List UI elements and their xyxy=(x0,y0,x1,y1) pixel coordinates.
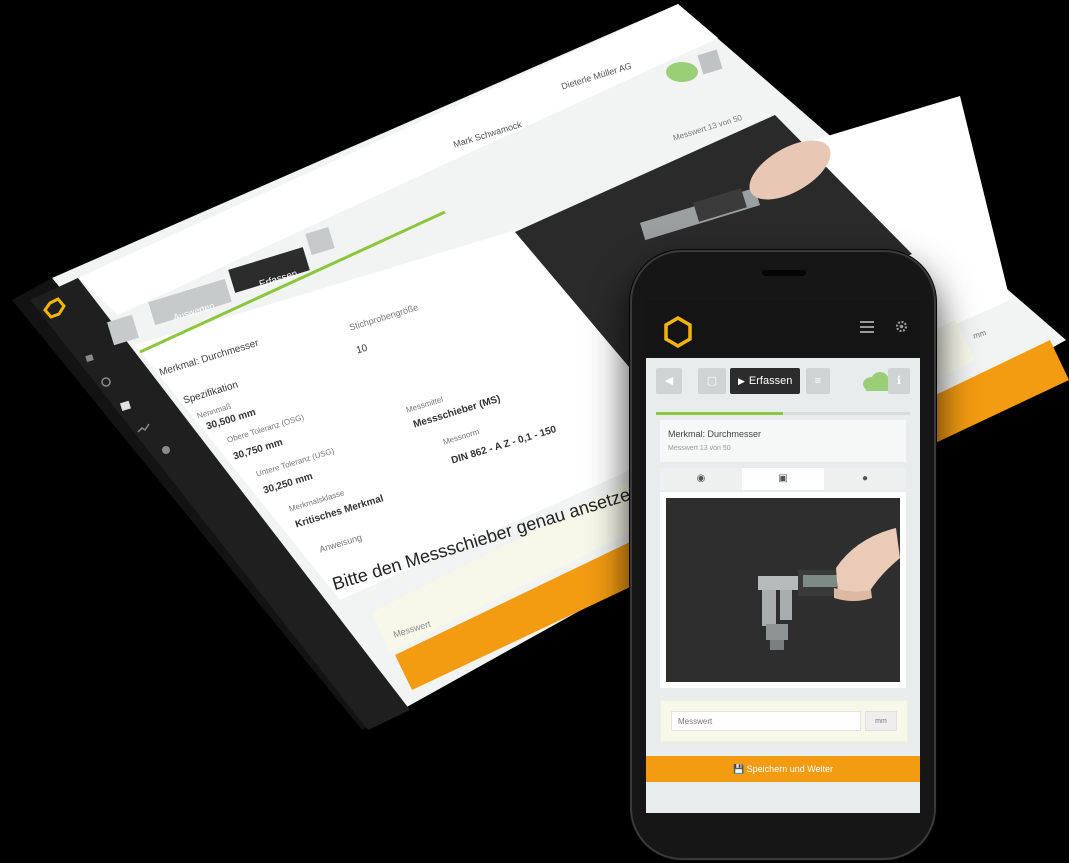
erfassen-label: Erfassen xyxy=(748,375,793,387)
unit-button[interactable]: mm xyxy=(865,711,897,731)
phone-toolbar: ◀ ▢ ▶ Erfassen ≡ ℹ xyxy=(656,368,910,396)
list-button[interactable]: ≡ xyxy=(806,368,830,394)
info-icon: ● xyxy=(861,473,869,484)
phone-device: ◀ ▢ ▶ Erfassen ≡ ℹ Merkmal: Durchmesser … xyxy=(630,250,936,860)
tab-view[interactable]: ◉ xyxy=(660,468,742,490)
photo-panel xyxy=(660,492,906,688)
erfassen-button[interactable]: ▶ Erfassen xyxy=(730,368,801,394)
save-label: Speichern und Weiter xyxy=(746,764,834,774)
tab-image[interactable]: ▣ xyxy=(742,468,824,490)
tablet-sidebar-icon-info xyxy=(162,446,170,454)
chevron-left-icon: ◀ xyxy=(664,375,674,387)
image-icon: ▣ xyxy=(778,473,788,484)
progress-bar xyxy=(656,412,910,415)
save-icon: 💾 xyxy=(732,764,745,774)
list-icon: ≡ xyxy=(814,375,822,387)
auswerten-button[interactable]: ▢ xyxy=(698,368,726,394)
measure-input-row: Messwert mm xyxy=(660,700,908,742)
progress-fill xyxy=(656,412,783,415)
eye-icon: ◉ xyxy=(696,473,706,484)
chart-icon: ▢ xyxy=(706,375,718,387)
feature-title: Merkmal: Durchmesser xyxy=(668,429,762,439)
cloud-icon xyxy=(863,372,889,391)
tab-info[interactable]: ● xyxy=(824,468,906,490)
caliper-photo xyxy=(666,498,900,682)
phone-header xyxy=(646,300,920,358)
play-icon: ▶ xyxy=(738,376,745,386)
phone-tabs: ◉ ▣ ● xyxy=(660,468,906,490)
tablet-cloud-icon xyxy=(666,62,698,82)
list-icon[interactable] xyxy=(858,320,876,338)
logo-hexagon-icon xyxy=(664,315,692,349)
measure-input[interactable]: Messwert xyxy=(671,711,861,731)
save-button[interactable]: 💾 Speichern und Weiter xyxy=(646,756,920,782)
marketing-stage: Mark Schwamock Dieterle Müller AG Messwe… xyxy=(0,0,1069,863)
phone-screen: ◀ ▢ ▶ Erfassen ≡ ℹ Merkmal: Durchmesser … xyxy=(646,300,920,813)
gear-icon[interactable] xyxy=(892,320,910,338)
feature-card: Merkmal: Durchmesser Messwert 13 von 50 xyxy=(660,420,906,462)
info-icon: ℹ xyxy=(896,375,902,387)
measurement-counter: Messwert 13 von 50 xyxy=(668,445,731,452)
info-button[interactable]: ℹ xyxy=(888,368,910,394)
phone-speaker xyxy=(762,270,806,276)
back-button[interactable]: ◀ xyxy=(656,368,682,394)
